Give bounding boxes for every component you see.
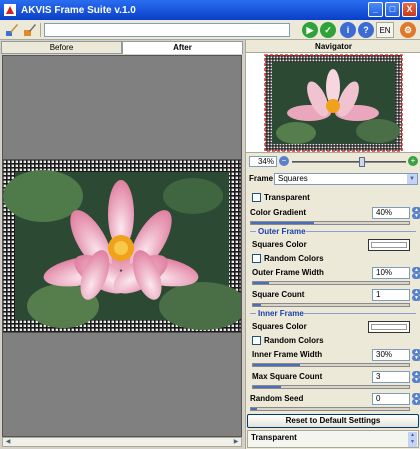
- inner-frame-width-spinner[interactable]: ▲ ▼: [412, 349, 420, 361]
- language-button[interactable]: EN: [376, 22, 394, 38]
- hint-scrollbar[interactable]: ▲ ▼: [408, 432, 417, 447]
- outer-random-colors-checkbox[interactable]: [252, 254, 261, 263]
- scroll-left-icon[interactable]: ◀: [3, 438, 13, 446]
- outer-frame-title: Outer Frame: [258, 227, 306, 236]
- random-seed-input[interactable]: 0: [372, 393, 410, 405]
- hint-text: Transparent: [251, 433, 297, 442]
- info-icon[interactable]: i: [340, 22, 356, 38]
- settings-panel: Navigator 34% − + Frame Squares ▼ Transp…: [245, 40, 420, 449]
- progress-bar: [44, 23, 290, 37]
- random-seed-spinner[interactable]: ▲ ▼: [412, 393, 420, 405]
- frame-select[interactable]: Squares ▼: [274, 173, 418, 185]
- outer-frame-width-input[interactable]: 10%: [372, 267, 410, 279]
- chevron-down-icon[interactable]: ▼: [407, 174, 417, 184]
- inner-random-colors-label: Random Colors: [264, 336, 324, 345]
- inner-frame-width-label: Inner Frame Width: [252, 350, 323, 359]
- random-seed-slider[interactable]: [250, 407, 410, 411]
- zoom-out-icon[interactable]: −: [279, 156, 289, 166]
- frame-row: Frame Squares ▼: [246, 172, 420, 186]
- max-square-count-label: Max Square Count: [252, 372, 323, 381]
- color-gradient-input[interactable]: 40%: [372, 207, 410, 219]
- frame-label: Frame: [249, 174, 274, 183]
- max-square-count-slider[interactable]: [252, 385, 410, 389]
- square-count-spinner[interactable]: ▲ ▼: [412, 289, 420, 301]
- navigator-thumbnail: [264, 54, 403, 152]
- akvis-logo-icon: [4, 4, 16, 16]
- reset-defaults-button[interactable]: Reset to Default Settings: [247, 414, 419, 428]
- transparent-checkbox[interactable]: [252, 193, 261, 202]
- zoom-in-icon[interactable]: +: [408, 156, 418, 166]
- inner-squares-color-label: Squares Color: [252, 322, 307, 331]
- scroll-right-icon[interactable]: ▶: [231, 438, 241, 446]
- square-count-input[interactable]: 1: [372, 289, 410, 301]
- zoom-slider-thumb[interactable]: [359, 157, 365, 167]
- image-canvas[interactable]: [2, 55, 242, 437]
- brush-icon[interactable]: [4, 22, 20, 38]
- zoom-slider[interactable]: [292, 157, 406, 167]
- settings-icon[interactable]: ⚙: [400, 22, 416, 38]
- navigator-preview[interactable]: [246, 53, 420, 153]
- title-bar: AKVIS Frame Suite v.1.0 _ □ X: [0, 0, 420, 20]
- transparent-label: Transparent: [264, 193, 310, 202]
- outer-frame-width-label: Outer Frame Width: [252, 268, 324, 277]
- window-title: AKVIS Frame Suite v.1.0: [21, 4, 136, 16]
- outer-squares-color-label: Squares Color: [252, 240, 307, 249]
- color-gradient-slider[interactable]: [250, 221, 410, 225]
- framed-photo: [3, 159, 241, 333]
- inner-random-colors-checkbox[interactable]: [252, 336, 261, 345]
- zoom-input[interactable]: 34%: [249, 156, 277, 167]
- outer-squares-color-swatch[interactable]: [368, 239, 410, 251]
- color-gradient-label: Color Gradient: [250, 208, 307, 217]
- minimize-button[interactable]: _: [368, 2, 383, 17]
- tab-before[interactable]: Before: [1, 41, 122, 54]
- close-button[interactable]: X: [402, 2, 417, 17]
- random-seed-label: Random Seed: [250, 394, 304, 403]
- tab-after[interactable]: After: [122, 41, 243, 54]
- run-icon[interactable]: ▶: [302, 22, 318, 38]
- color-gradient-spinner[interactable]: ▲ ▼: [412, 207, 420, 219]
- toolbar: ▶ ✓ i ? EN ⚙: [0, 20, 420, 40]
- outer-frame-width-slider[interactable]: [252, 281, 410, 285]
- parameters: Transparent Color Gradient 40% ▲ ▼ Outer …: [248, 188, 420, 419]
- square-count-label: Square Count: [252, 290, 305, 299]
- horizontal-scrollbar[interactable]: ◀ ▶: [2, 437, 242, 447]
- inner-frame-title: Inner Frame: [258, 309, 304, 318]
- inner-squares-color-swatch[interactable]: [368, 321, 410, 333]
- max-square-count-input[interactable]: 3: [372, 371, 410, 383]
- frame-select-value: Squares: [278, 174, 308, 183]
- maximize-button[interactable]: □: [385, 2, 400, 17]
- max-square-count-spinner[interactable]: ▲ ▼: [412, 371, 420, 383]
- inner-frame-width-slider[interactable]: [252, 363, 410, 367]
- hint-panel: Transparent ▲ ▼: [247, 430, 419, 448]
- outer-random-colors-label: Random Colors: [264, 254, 324, 263]
- image-panel: Before After ◀ ▶: [0, 40, 244, 449]
- square-count-slider[interactable]: [252, 303, 410, 307]
- help-icon[interactable]: ?: [358, 22, 374, 38]
- batch-brush-icon[interactable]: [22, 22, 38, 38]
- apply-icon[interactable]: ✓: [320, 22, 336, 38]
- outer-frame-width-spinner[interactable]: ▲ ▼: [412, 267, 420, 279]
- navigator-title: Navigator: [246, 41, 420, 53]
- inner-frame-width-input[interactable]: 30%: [372, 349, 410, 361]
- zoom-row: 34% − +: [246, 154, 420, 168]
